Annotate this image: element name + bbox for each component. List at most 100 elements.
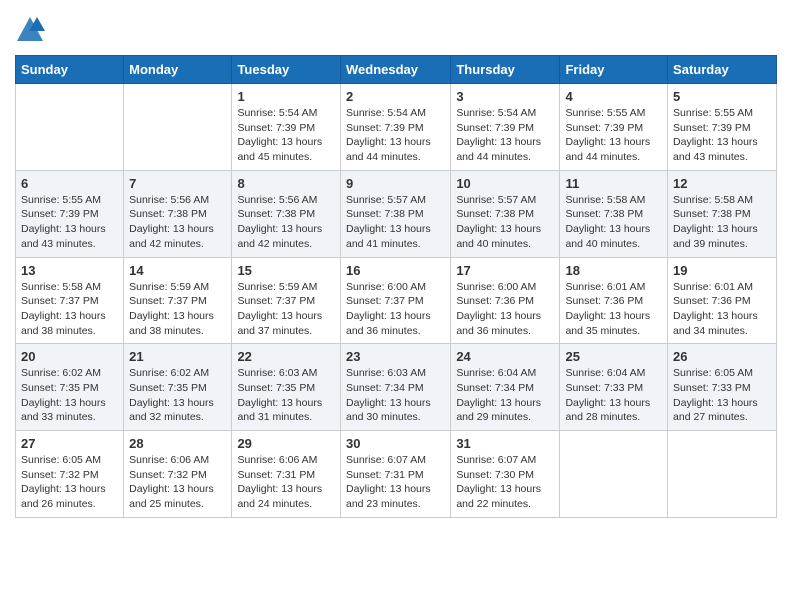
logo [15,15,49,45]
calendar-cell: 30 Sunrise: 6:07 AMSunset: 7:31 PMDayligh… [340,431,450,518]
day-number: 6 [21,176,118,191]
day-number: 21 [129,349,226,364]
day-info: Sunrise: 6:06 AMSunset: 7:32 PMDaylight:… [129,453,226,512]
day-info: Sunrise: 6:06 AMSunset: 7:31 PMDaylight:… [237,453,335,512]
day-number: 13 [21,263,118,278]
day-number: 17 [456,263,554,278]
day-number: 23 [346,349,445,364]
day-number: 28 [129,436,226,451]
calendar-cell: 2 Sunrise: 5:54 AMSunset: 7:39 PMDaylight… [340,84,450,171]
page-header [15,15,777,45]
day-number: 7 [129,176,226,191]
day-number: 31 [456,436,554,451]
day-number: 26 [673,349,771,364]
calendar-cell: 14 Sunrise: 5:59 AMSunset: 7:37 PMDayligh… [124,257,232,344]
logo-icon [15,15,45,45]
calendar-week-5: 27 Sunrise: 6:05 AMSunset: 7:32 PMDayligh… [16,431,777,518]
calendar-cell: 28 Sunrise: 6:06 AMSunset: 7:32 PMDayligh… [124,431,232,518]
day-info: Sunrise: 5:54 AMSunset: 7:39 PMDaylight:… [346,106,445,165]
day-info: Sunrise: 6:04 AMSunset: 7:34 PMDaylight:… [456,366,554,425]
calendar-cell: 15Sunrise: 5:59 AMSunset: 7:37 PMDayligh… [232,257,341,344]
day-number: 11 [565,176,662,191]
weekday-header-tuesday: Tuesday [232,56,341,84]
day-info: Sunrise: 6:00 AMSunset: 7:36 PMDaylight:… [456,280,554,339]
calendar-week-3: 13 Sunrise: 5:58 AMSunset: 7:37 PMDayligh… [16,257,777,344]
calendar-cell: 20 Sunrise: 6:02 AMSunset: 7:35 PMDayligh… [16,344,124,431]
day-info: Sunrise: 5:55 AMSunset: 7:39 PMDaylight:… [673,106,771,165]
day-number: 8 [237,176,335,191]
calendar-cell [560,431,668,518]
calendar-cell: 31 Sunrise: 6:07 AMSunset: 7:30 PMDayligh… [451,431,560,518]
day-number: 3 [456,89,554,104]
day-info: Sunrise: 5:58 AMSunset: 7:38 PMDaylight:… [565,193,662,252]
day-info: Sunrise: 5:56 AMSunset: 7:38 PMDaylight:… [237,193,335,252]
calendar-cell: 4 Sunrise: 5:55 AMSunset: 7:39 PMDaylight… [560,84,668,171]
day-info: Sunrise: 5:57 AMSunset: 7:38 PMDaylight:… [346,193,445,252]
day-number: 4 [565,89,662,104]
calendar-cell: 26Sunrise: 6:05 AMSunset: 7:33 PMDayligh… [668,344,777,431]
day-info: Sunrise: 5:58 AMSunset: 7:38 PMDaylight:… [673,193,771,252]
calendar-cell: 1Sunrise: 5:54 AMSunset: 7:39 PMDaylight… [232,84,341,171]
day-info: Sunrise: 5:55 AMSunset: 7:39 PMDaylight:… [21,193,118,252]
day-number: 22 [237,349,335,364]
calendar-cell: 7Sunrise: 5:56 AMSunset: 7:38 PMDaylight… [124,170,232,257]
calendar-cell: 9Sunrise: 5:57 AMSunset: 7:38 PMDaylight… [340,170,450,257]
day-info: Sunrise: 5:54 AMSunset: 7:39 PMDaylight:… [456,106,554,165]
day-info: Sunrise: 5:59 AMSunset: 7:37 PMDaylight:… [129,280,226,339]
calendar-table: SundayMondayTuesdayWednesdayThursdayFrid… [15,55,777,518]
day-number: 25 [565,349,662,364]
day-info: Sunrise: 6:07 AMSunset: 7:31 PMDaylight:… [346,453,445,512]
day-number: 30 [346,436,445,451]
day-info: Sunrise: 6:07 AMSunset: 7:30 PMDaylight:… [456,453,554,512]
weekday-header-wednesday: Wednesday [340,56,450,84]
calendar-cell: 21 Sunrise: 6:02 AMSunset: 7:35 PMDayligh… [124,344,232,431]
day-number: 24 [456,349,554,364]
day-info: Sunrise: 6:05 AMSunset: 7:32 PMDaylight:… [21,453,118,512]
day-info: Sunrise: 6:03 AMSunset: 7:35 PMDaylight:… [237,366,335,425]
calendar-cell: 23 Sunrise: 6:03 AMSunset: 7:34 PMDayligh… [340,344,450,431]
day-info: Sunrise: 6:01 AMSunset: 7:36 PMDaylight:… [673,280,771,339]
day-number: 20 [21,349,118,364]
calendar-cell: 13 Sunrise: 5:58 AMSunset: 7:37 PMDayligh… [16,257,124,344]
calendar-cell: 11 Sunrise: 5:58 AMSunset: 7:38 PMDayligh… [560,170,668,257]
day-info: Sunrise: 6:01 AMSunset: 7:36 PMDaylight:… [565,280,662,339]
weekday-header-thursday: Thursday [451,56,560,84]
weekday-header-friday: Friday [560,56,668,84]
calendar-cell: 19Sunrise: 6:01 AMSunset: 7:36 PMDayligh… [668,257,777,344]
calendar-cell [124,84,232,171]
calendar-cell: 12 Sunrise: 5:58 AMSunset: 7:38 PMDayligh… [668,170,777,257]
day-number: 2 [346,89,445,104]
calendar-week-2: 6 Sunrise: 5:55 AMSunset: 7:39 PMDaylight… [16,170,777,257]
day-info: Sunrise: 6:04 AMSunset: 7:33 PMDaylight:… [565,366,662,425]
calendar-cell: 16Sunrise: 6:00 AMSunset: 7:37 PMDayligh… [340,257,450,344]
day-info: Sunrise: 5:58 AMSunset: 7:37 PMDaylight:… [21,280,118,339]
day-number: 27 [21,436,118,451]
calendar-cell: 25 Sunrise: 6:04 AMSunset: 7:33 PMDayligh… [560,344,668,431]
day-number: 15 [237,263,335,278]
day-number: 1 [237,89,335,104]
day-info: Sunrise: 5:57 AMSunset: 7:38 PMDaylight:… [456,193,554,252]
calendar-week-4: 20 Sunrise: 6:02 AMSunset: 7:35 PMDayligh… [16,344,777,431]
day-number: 16 [346,263,445,278]
day-number: 5 [673,89,771,104]
calendar-cell: 18 Sunrise: 6:01 AMSunset: 7:36 PMDayligh… [560,257,668,344]
calendar-cell: 10 Sunrise: 5:57 AMSunset: 7:38 PMDayligh… [451,170,560,257]
calendar-week-1: 1 Sunrise: 5:54 AMSunset: 7:39 PMDaylight… [16,84,777,171]
day-number: 12 [673,176,771,191]
calendar-cell: 29 Sunrise: 6:06 AMSunset: 7:31 PMDayligh… [232,431,341,518]
day-number: 14 [129,263,226,278]
day-info: Sunrise: 6:02 AMSunset: 7:35 PMDaylight:… [21,366,118,425]
day-info: Sunrise: 6:03 AMSunset: 7:34 PMDaylight:… [346,366,445,425]
day-number: 10 [456,176,554,191]
day-info: Sunrise: 5:55 AMSunset: 7:39 PMDaylight:… [565,106,662,165]
calendar-cell [16,84,124,171]
day-number: 18 [565,263,662,278]
calendar-cell: 22 Sunrise: 6:03 AMSunset: 7:35 PMDayligh… [232,344,341,431]
weekday-header-monday: Monday [124,56,232,84]
day-number: 29 [237,436,335,451]
calendar-cell: 8 Sunrise: 5:56 AMSunset: 7:38 PMDaylight… [232,170,341,257]
calendar-cell: 3 Sunrise: 5:54 AMSunset: 7:39 PMDaylight… [451,84,560,171]
weekday-header-saturday: Saturday [668,56,777,84]
calendar-cell: 17 Sunrise: 6:00 AMSunset: 7:36 PMDayligh… [451,257,560,344]
day-info: Sunrise: 6:02 AMSunset: 7:35 PMDaylight:… [129,366,226,425]
